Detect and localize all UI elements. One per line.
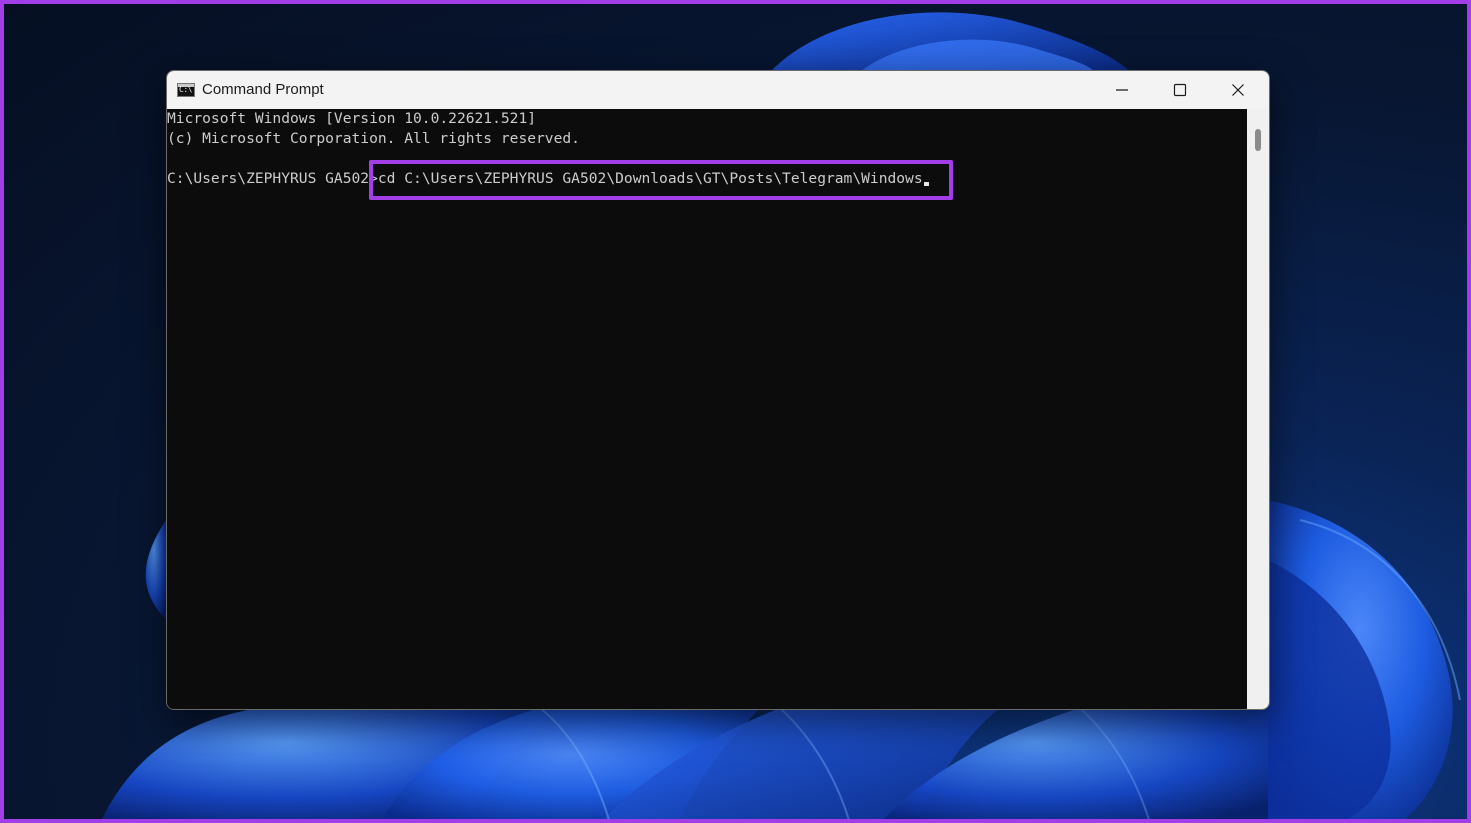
- console-output[interactable]: Microsoft Windows [Version 10.0.22621.52…: [167, 109, 1247, 709]
- maximize-icon: [1173, 83, 1187, 97]
- minimize-icon: [1116, 89, 1128, 91]
- console-command-text[interactable]: cd C:\Users\ZEPHYRUS GA502\Downloads\GT\…: [378, 170, 923, 187]
- title-bar[interactable]: C:\ Command Prompt: [167, 71, 1269, 110]
- console-input-line[interactable]: C:\Users\ZEPHYRUS GA502>cd C:\Users\ZEPH…: [167, 169, 929, 189]
- close-icon: [1232, 84, 1244, 96]
- scrollbar-thumb[interactable]: [1255, 129, 1261, 151]
- close-button[interactable]: [1209, 71, 1267, 109]
- console-prompt-symbol: >: [369, 170, 378, 187]
- console-version-line: Microsoft Windows [Version 10.0.22621.52…: [167, 110, 537, 127]
- app-icon-glyph: C:\: [179, 85, 192, 94]
- console-copyright-line: (c) Microsoft Corporation. All rights re…: [167, 130, 580, 147]
- vertical-scrollbar[interactable]: [1247, 109, 1269, 709]
- text-cursor: [923, 182, 929, 186]
- console-prompt: C:\Users\ZEPHYRUS GA502: [167, 170, 370, 187]
- window-title: Command Prompt: [202, 81, 324, 98]
- command-prompt-window[interactable]: C:\ Command Prompt Microsoft Windows [Ve…: [166, 70, 1270, 710]
- maximize-button[interactable]: [1151, 71, 1209, 109]
- cmd-app-icon[interactable]: C:\: [177, 83, 195, 97]
- minimize-button[interactable]: [1093, 71, 1151, 109]
